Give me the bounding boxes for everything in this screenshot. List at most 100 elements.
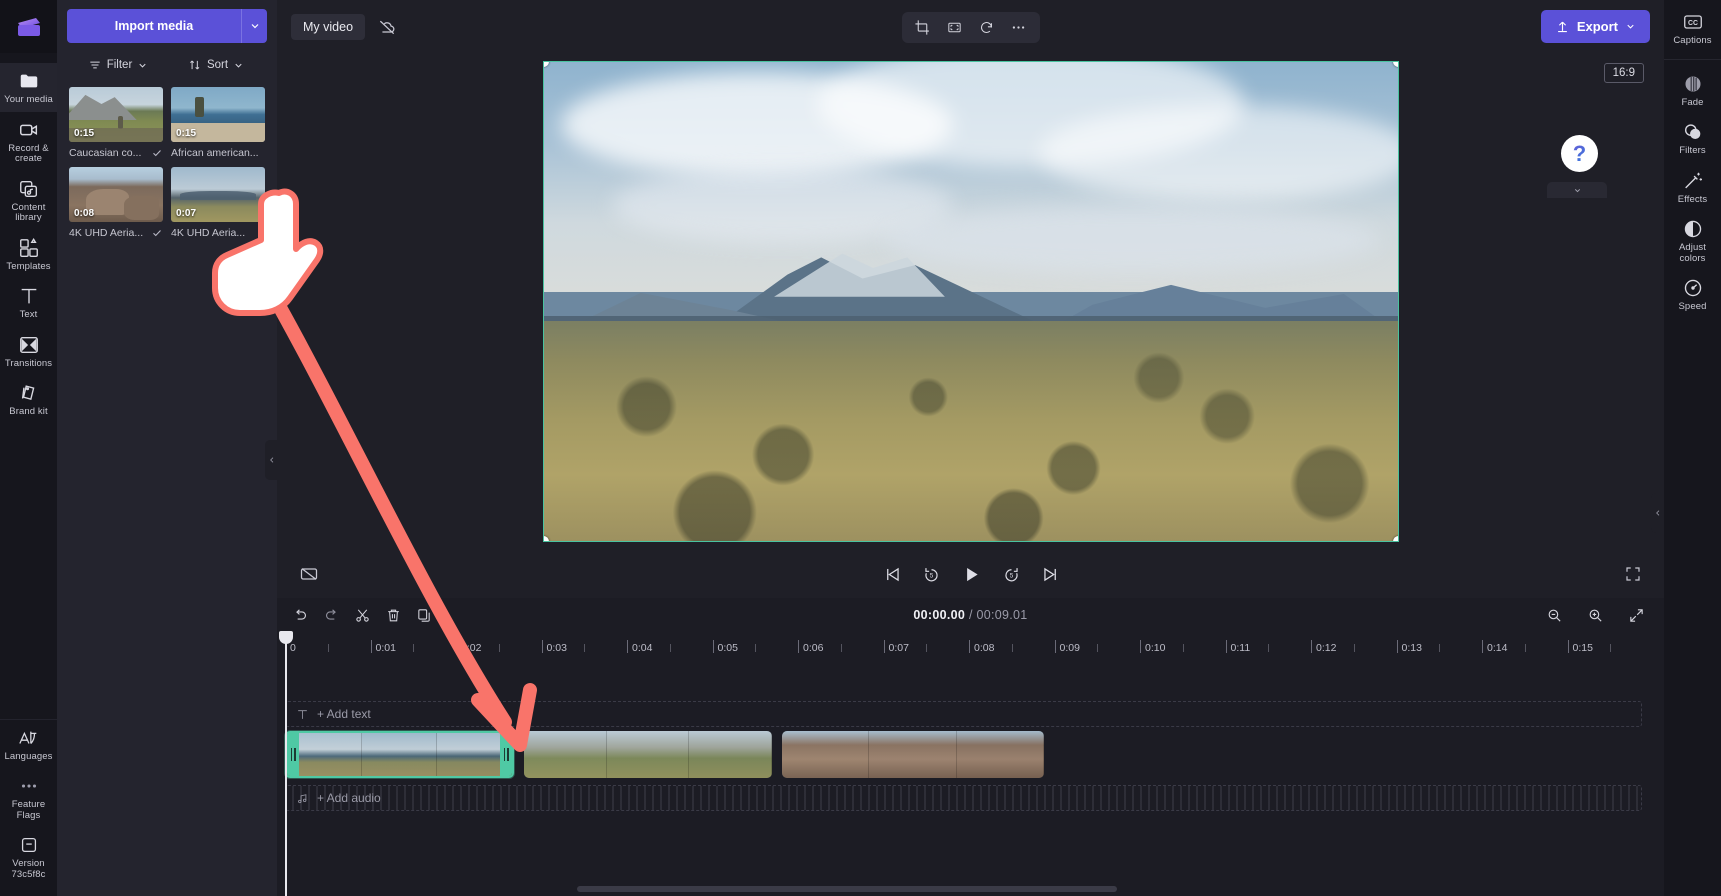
sidebar-item-feature-flags[interactable]: Feature Flags [0,768,57,827]
zoom-in-button[interactable] [1580,601,1611,629]
sidebar-item-label: Content library [11,201,46,223]
add-text-track[interactable]: + Add text [285,701,1642,727]
clip-trim-handle-right[interactable] [500,733,512,776]
skip-to-end-button[interactable] [1041,565,1060,584]
ruler-tick-major [1140,640,1141,653]
property-item-adjust-colors[interactable]: Adjust colors [1664,211,1721,270]
crop-button[interactable] [908,14,938,41]
sidebar-item-content-library[interactable]: Content library [0,171,57,230]
skip-start-icon [887,567,899,581]
camera-record-icon [19,124,37,135]
help-question-icon: ? [1572,140,1587,166]
timeline-horizontal-scrollbar[interactable] [577,886,1117,892]
fit-timeline-button[interactable] [1621,601,1652,629]
duplicate-icon [418,608,430,622]
rewind-5s-button[interactable]: 5 [922,565,941,584]
ruler-tick-minor [926,644,928,652]
sidebar-item-your-media[interactable]: Your media [0,63,57,112]
rotate-icon [981,22,992,33]
filter-button[interactable]: Filter [69,55,167,75]
zoom-out-button[interactable] [1539,601,1570,629]
captions-off-icon [300,568,318,580]
property-item-effects[interactable]: Effects [1664,163,1721,212]
sidebar-item-text[interactable]: Text [0,278,57,327]
clip-frames [782,731,1044,778]
media-item[interactable]: 0:15 Caucasian co... [69,87,163,159]
resize-handle-bottom-right[interactable] [1392,536,1398,541]
ruler-tick-label: 0:02 [461,642,482,654]
duplicate-button[interactable] [409,601,440,629]
property-item-fade[interactable]: Fade [1664,66,1721,115]
divider [1664,58,1721,60]
ruler-tick-label: 0:14 [1487,642,1508,654]
timeline-tracks: + Add text + Add audio [285,659,1664,896]
media-meta: 4K UHD Aeria... [69,227,163,239]
top-bar: My video Export [277,0,1664,53]
sidebar-item-record-create[interactable]: Record & create [0,112,57,171]
export-button[interactable]: Export [1540,10,1650,43]
autosave-status-button[interactable] [377,17,397,37]
timeline-clip[interactable] [524,731,772,778]
import-media-button[interactable]: Import media [67,9,241,43]
forward-5s-button[interactable]: 5 [1002,565,1021,584]
sidebar-item-label: Brand kit [9,406,48,417]
clip-trim-handle-left[interactable] [287,733,299,776]
export-label: Export [1576,19,1618,34]
ruler-tick-minor [669,644,671,652]
captions-toggle-button[interactable] [299,564,319,584]
media-grid: 0:15 Caucasian co... 0:15 African americ… [57,75,277,239]
media-item[interactable]: 0:07 4K UHD Aeria... [171,167,265,239]
fullscreen-button[interactable] [1624,565,1642,583]
rotate-button[interactable] [972,14,1002,41]
clip-frame [956,731,1044,778]
media-item[interactable]: 0:08 4K UHD Aeria... [69,167,163,239]
right-panel-collapse-button[interactable] [1651,493,1664,533]
more-options-button[interactable] [1004,14,1034,41]
project-title[interactable]: My video [291,13,366,40]
stage-collapse-button[interactable] [1547,182,1607,198]
chevron-down-icon [1627,24,1634,29]
svg-text:5: 5 [930,572,934,579]
sidebar-item-label: Templates [6,260,51,272]
timeline-clip-selected[interactable] [285,731,514,778]
property-item-captions[interactable]: CC Captions [1664,4,1721,53]
ruler-tick-label: 0:08 [974,642,995,654]
chevron-left-icon [269,457,273,463]
delete-button[interactable] [378,601,409,629]
fit-to-frame-button[interactable] [940,14,970,41]
property-item-filters[interactable]: Filters [1664,114,1721,163]
timeline-clip[interactable] [782,731,1044,778]
skip-end-icon [1044,567,1056,581]
media-thumbnail: 0:15 [69,87,163,142]
split-button[interactable] [347,601,378,629]
sidebar-item-label: Feature Flags [11,799,46,821]
property-item-speed[interactable]: Speed [1664,270,1721,319]
app-logo[interactable] [0,0,57,53]
clip-frame [782,731,870,778]
sidebar-item-version[interactable]: Version 73c5f8c [0,827,57,886]
media-duration: 0:08 [74,208,95,219]
preview-stage: 16:9 ? [277,53,1664,550]
redo-button[interactable] [316,601,347,629]
sidebar-item-templates[interactable]: Templates [0,230,57,279]
forward-5-icon: 5 [1005,567,1018,581]
undo-button[interactable] [285,601,316,629]
skip-to-start-button[interactable] [883,565,902,584]
help-button[interactable]: ? [1561,135,1598,172]
ruler-tick-minor [327,644,329,652]
aspect-ratio-badge[interactable]: 16:9 [1603,63,1644,83]
resize-handle-bottom-left[interactable] [543,536,549,541]
timeline-ruler[interactable]: 0 0:01 0:02 0:03 0:04 0:05 0:06 0:07 0:08 0:09 0:1… [285,632,1664,659]
sidebar-item-languages[interactable]: Languages [0,720,57,769]
video-preview[interactable] [542,61,1399,542]
total-time: / 00:09.01 [968,608,1028,622]
sort-button[interactable]: Sort [167,55,265,75]
ruler-tick-label: 0 [290,642,296,654]
sidebar-item-brand-kit[interactable]: Brand kit [0,375,57,424]
play-button[interactable] [961,564,982,585]
import-media-dropdown-button[interactable] [241,9,267,43]
add-audio-track[interactable]: + Add audio [285,785,1642,811]
playhead[interactable] [279,631,293,896]
sidebar-item-transitions[interactable]: Transitions [0,327,57,376]
media-item[interactable]: 0:15 African american... [171,87,265,159]
